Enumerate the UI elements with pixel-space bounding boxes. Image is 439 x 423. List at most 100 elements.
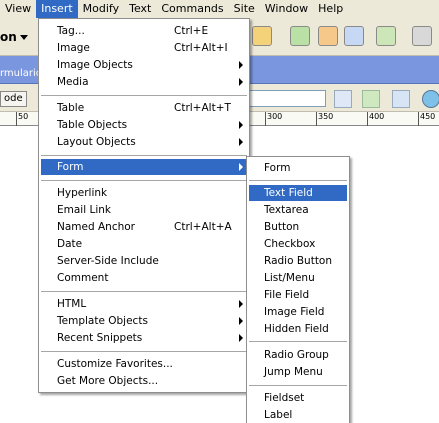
submenu-item-radio-button[interactable]: Radio Button [249,253,347,269]
submenu-item-label[interactable]: Label [249,407,347,423]
menu-item-label: HTML [57,298,87,310]
menu-item-layout-objects[interactable]: Layout Objects [41,134,247,150]
browser-check-icon[interactable] [422,90,439,108]
menu-item-customize-favorites[interactable]: Customize Favorites... [41,356,247,372]
toolbar-category-label[interactable]: on [0,30,17,44]
menu-item-comment[interactable]: Comment [41,270,247,286]
menu-item-label: List/Menu [264,272,315,284]
menu-item-label: Recent Snippets [57,332,143,344]
submenu-item-textarea[interactable]: Textarea [249,202,347,218]
menu-item-label: Jump Menu [264,366,323,378]
submenu-arrow-icon [239,138,243,146]
submenu-arrow-icon [239,300,243,308]
submenu-item-hidden-field[interactable]: Hidden Field [249,321,347,337]
snippet-icon[interactable] [412,26,432,46]
comment-icon[interactable] [344,26,364,46]
menu-item-tag[interactable]: Tag... Ctrl+E [41,23,247,39]
template-icon[interactable] [376,26,396,46]
submenu-arrow-icon [239,78,243,86]
menu-item-label: Textarea [264,204,309,216]
menu-site[interactable]: Site [229,0,260,18]
menu-separator [41,95,247,96]
preview-icon[interactable] [362,90,380,108]
submenu-arrow-icon [239,334,243,342]
menu-item-label: Layout Objects [57,136,136,148]
menu-item-label: Fieldset [264,392,305,404]
menu-item-shortcut: Ctrl+Alt+I [174,42,228,54]
menu-item-hyperlink[interactable]: Hyperlink [41,185,247,201]
menu-item-label: Button [264,221,300,233]
server-include-icon[interactable] [318,26,338,46]
menu-item-label: Email Link [57,204,111,216]
ruler-tick: 350 [318,112,334,121]
menu-item-label: Radio Button [264,255,333,267]
menu-item-label: Tag... [57,25,85,37]
menu-text[interactable]: Text [124,0,156,18]
refresh-icon[interactable] [392,90,410,108]
submenu-item-jump-menu[interactable]: Jump Menu [249,364,347,380]
ruler-tick-line [418,112,419,126]
menu-item-get-more-objects[interactable]: Get More Objects... [41,373,247,389]
view-mode-button[interactable]: ode [0,91,27,107]
menu-item-label: Form [264,162,291,174]
submenu-item-button[interactable]: Button [249,219,347,235]
menu-item-label: Get More Objects... [57,375,159,387]
submenu-item-fieldset[interactable]: Fieldset [249,390,347,406]
ruler-tick-line [367,112,368,126]
menu-item-template-objects[interactable]: Template Objects [41,313,247,329]
menu-item-table[interactable]: Table Ctrl+Alt+T [41,100,247,116]
menu-view[interactable]: View [0,0,36,18]
submenu-item-form[interactable]: Form [249,160,347,176]
menu-item-named-anchor[interactable]: Named Anchor Ctrl+Alt+A [41,219,247,235]
file-management-icon[interactable] [334,90,352,108]
submenu-arrow-icon [239,317,243,325]
menu-separator [41,180,247,181]
menu-window[interactable]: Window [260,0,313,18]
ruler-tick: 50 [18,112,29,121]
menu-item-recent-snippets[interactable]: Recent Snippets [41,330,247,346]
submenu-item-radio-group[interactable]: Radio Group [249,347,347,363]
submenu-item-list-menu[interactable]: List/Menu [249,270,347,286]
menu-item-label: Text Field [264,187,313,199]
menu-item-image-objects[interactable]: Image Objects [41,57,247,73]
ruler-tick-line [16,112,17,126]
menu-item-label: Template Objects [57,315,148,327]
menu-item-label: Image Field [264,306,325,318]
menu-modify[interactable]: Modify [78,0,124,18]
menu-item-label: Table [57,102,85,114]
submenu-arrow-icon [239,61,243,69]
menu-item-form[interactable]: Form [41,159,247,175]
submenu-item-text-field[interactable]: Text Field [249,185,347,201]
menu-item-label: Date [57,238,83,250]
submenu-arrow-icon [239,163,243,171]
form-submenu: Form Text Field Textarea Button Checkbox… [246,156,350,423]
menu-item-label: Form [57,161,84,173]
menu-item-label: Radio Group [264,349,329,361]
submenu-item-image-field[interactable]: Image Field [249,304,347,320]
menu-item-table-objects[interactable]: Table Objects [41,117,247,133]
menu-insert[interactable]: Insert [36,0,78,18]
ruler-tick: 300 [267,112,283,121]
tag-chooser-icon[interactable] [252,26,272,46]
menu-help[interactable]: Help [313,0,348,18]
menu-item-image[interactable]: Image Ctrl+Alt+I [41,40,247,56]
menu-item-date[interactable]: Date [41,236,247,252]
menu-item-html[interactable]: HTML [41,296,247,312]
menu-separator [41,351,247,352]
menu-item-label: Hyperlink [57,187,108,199]
menu-item-media[interactable]: Media [41,74,247,90]
date-icon[interactable] [290,26,310,46]
chevron-down-icon[interactable] [20,35,28,40]
document-tab[interactable]: rmulario [0,68,42,79]
submenu-item-file-field[interactable]: File Field [249,287,347,303]
menu-item-server-side-include[interactable]: Server-Side Include [41,253,247,269]
menu-separator [41,155,247,156]
menu-bar: View Insert Modify Text Commands Site Wi… [0,0,439,18]
menu-commands[interactable]: Commands [156,0,228,18]
submenu-item-checkbox[interactable]: Checkbox [249,236,347,252]
menu-item-label: Table Objects [57,119,128,131]
menu-item-label: Media [57,76,89,88]
menu-item-label: Image [57,42,90,54]
menu-item-email-link[interactable]: Email Link [41,202,247,218]
menu-separator [249,385,347,386]
